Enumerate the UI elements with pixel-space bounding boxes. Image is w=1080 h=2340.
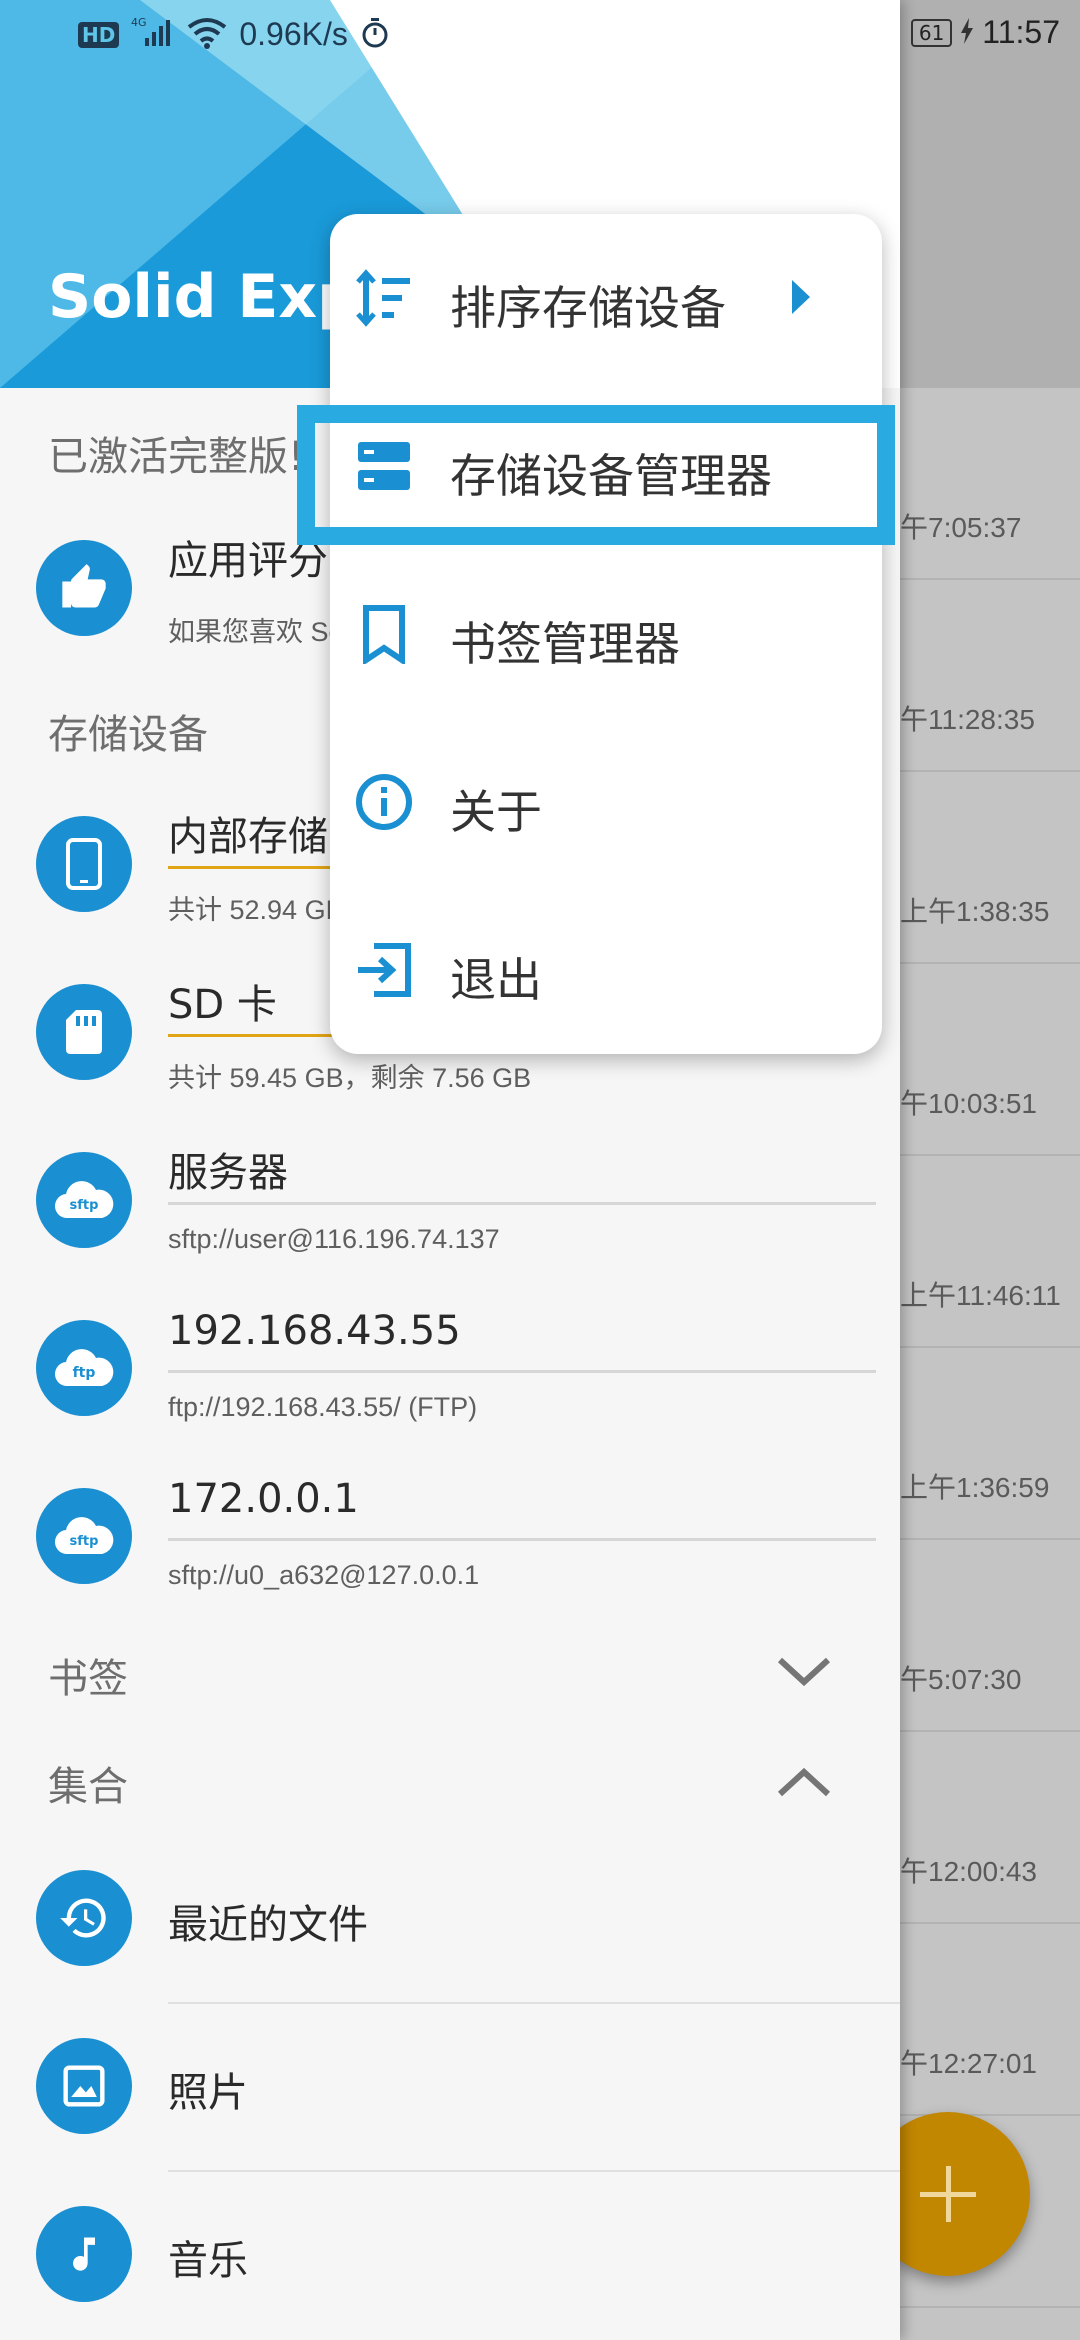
bookmark-icon <box>363 605 405 664</box>
list-item-time: 午11:28:35 <box>900 704 1035 735</box>
timer-icon <box>360 17 390 53</box>
wifi-icon <box>187 17 227 53</box>
divider <box>168 2170 900 2172</box>
ftp-cloud-icon: ftp <box>36 1320 132 1416</box>
sftp-label: sftp <box>70 1534 99 1549</box>
menu-item-label: 存储设备管理器 <box>450 449 772 503</box>
phone-icon <box>36 816 132 912</box>
network-speed: 0.96K/s <box>239 16 348 52</box>
menu-item-label: 书签管理器 <box>450 617 680 671</box>
list-item-time: 午10:03:51 <box>900 1088 1037 1119</box>
list-item-time: 上午11:46:11 <box>900 1280 1061 1311</box>
list-item-time: 上午1:38:35 <box>900 896 1050 927</box>
rate-app-title: 应用评分 <box>168 538 328 584</box>
sd-card-icon <box>36 984 132 1080</box>
item-underline <box>168 1370 876 1373</box>
item-underline <box>168 1538 876 1541</box>
status-bar: HD 4G 0.96K/s 61 11:57 <box>0 0 1080 72</box>
bookmarks-section-label: 书签 <box>48 1656 128 1702</box>
overflow-menu: 排序存储设备 存储设备管理器 书签管理器 关于 退出 <box>330 214 882 1054</box>
storage-item-subtitle: 共计 52.94 GB <box>168 895 344 925</box>
collection-item-title: 音乐 <box>168 2238 248 2284</box>
thumbs-up-icon <box>36 540 132 636</box>
item-underline <box>168 1202 876 1205</box>
sort-icon <box>356 269 410 327</box>
chevron-down-icon <box>777 1657 831 1687</box>
hd-badge: HD <box>78 21 120 48</box>
activated-label: 已激活完整版! <box>48 434 305 480</box>
battery-indicator: 61 <box>910 18 953 47</box>
chevron-up-icon <box>777 1767 831 1797</box>
menu-item-label: 排序存储设备 <box>450 281 726 335</box>
storage-item-title: 172.0.0.1 <box>168 1476 359 1522</box>
collection-item-title: 最近的文件 <box>168 1902 368 1948</box>
submenu-arrow-icon <box>792 280 810 314</box>
ftp-label: ftp <box>73 1365 96 1381</box>
signal-icon: 4G <box>131 14 175 55</box>
sftp-cloud-icon: sftp <box>36 1488 132 1584</box>
exit-icon <box>358 943 411 997</box>
clock: 11:57 <box>982 14 1060 50</box>
history-icon <box>36 1870 132 1966</box>
plus-icon <box>920 2166 976 2222</box>
storage-item-title: SD 卡 <box>168 982 277 1028</box>
list-item-time: 午12:27:01 <box>900 2048 1037 2079</box>
sftp-label: sftp <box>70 1198 99 1213</box>
storage-section-label: 存储设备 <box>48 712 208 758</box>
list-item-time: 午5:07:30 <box>900 1664 1022 1695</box>
menu-item-sort-storage[interactable]: 排序存储设备 <box>330 214 882 382</box>
storage-item-subtitle: sftp://u0_a632@127.0.0.1 <box>168 1560 480 1590</box>
collections-section-label: 集合 <box>48 1764 128 1810</box>
menu-item-about[interactable]: 关于 <box>330 718 882 886</box>
music-icon <box>36 2206 132 2302</box>
sftp-cloud-icon: sftp <box>36 1152 132 1248</box>
collection-item-title: 照片 <box>168 2070 248 2116</box>
network-type: 4G <box>131 16 147 29</box>
menu-item-label: 退出 <box>450 953 542 1007</box>
list-item-time: 午12:00:43 <box>900 1856 1037 1887</box>
storage-item-title: 服务器 <box>168 1150 288 1196</box>
menu-item-label: 关于 <box>450 785 542 839</box>
list-item-time: 午7:05:37 <box>900 512 1022 543</box>
storage-item-title: 内部存储 <box>168 814 328 860</box>
menu-item-exit[interactable]: 退出 <box>330 886 882 1054</box>
image-icon <box>36 2038 132 2134</box>
list-item-time: 上午1:36:59 <box>900 1472 1050 1503</box>
storage-manager-icon <box>358 442 410 490</box>
charging-icon <box>960 17 974 48</box>
storage-item-subtitle: ftp://192.168.43.55/ (FTP) <box>168 1392 478 1422</box>
storage-item-subtitle: sftp://user@116.196.74.137 <box>168 1224 500 1254</box>
divider <box>168 2002 900 2004</box>
info-icon <box>356 774 412 830</box>
storage-item-title: 192.168.43.55 <box>168 1308 461 1354</box>
menu-item-storage-manager[interactable]: 存储设备管理器 <box>330 382 882 550</box>
menu-item-bookmark-manager[interactable]: 书签管理器 <box>330 550 882 718</box>
storage-item-subtitle: 共计 59.45 GB，剩余 7.56 GB <box>168 1063 532 1093</box>
